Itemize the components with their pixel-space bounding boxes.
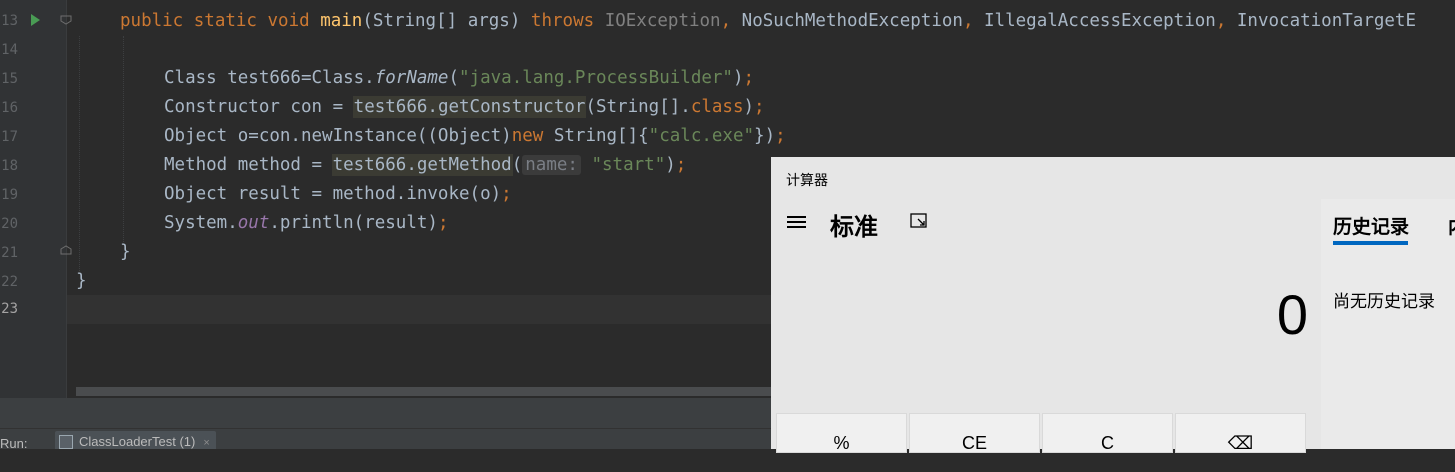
run-gutter-icon[interactable] xyxy=(31,14,40,26)
horizontal-scrollbar[interactable] xyxy=(76,387,771,396)
history-empty-text: 尚无历史记录 xyxy=(1333,292,1435,311)
parameter-hint: name: xyxy=(522,155,581,175)
c-button[interactable]: C xyxy=(1042,413,1173,453)
line-number: 14 xyxy=(1,42,18,58)
fold-icon[interactable] xyxy=(60,245,72,255)
history-panel: 历史记录 内 尚无历史记录 xyxy=(1321,199,1455,449)
run-tab-label: ClassLoaderTest (1) xyxy=(79,434,196,449)
calculator-titlebar[interactable]: 计算器 xyxy=(771,157,1455,199)
code-line-19: Object result = method.invoke(o); xyxy=(164,184,512,204)
gutter-divider xyxy=(66,0,67,398)
run-config-icon xyxy=(59,435,73,449)
line-number: 18 xyxy=(1,158,18,174)
backspace-button[interactable]: ⌫ xyxy=(1175,413,1306,453)
line-number: 20 xyxy=(1,216,18,232)
line-number: 13 xyxy=(1,13,18,29)
line-number: 17 xyxy=(1,129,18,145)
active-tab-indicator xyxy=(1333,241,1408,245)
menu-icon[interactable] xyxy=(787,214,807,230)
fold-icon[interactable] xyxy=(60,15,72,25)
code-line-22: } xyxy=(76,271,87,291)
ce-button[interactable]: CE xyxy=(909,413,1040,453)
current-line-highlight xyxy=(67,295,771,324)
line-number: 19 xyxy=(1,187,18,203)
code-line-16: Constructor con = test666.getConstructor… xyxy=(164,96,765,118)
tab-history[interactable]: 历史记录 xyxy=(1333,212,1409,239)
mode-title: 标准 xyxy=(830,214,878,241)
line-number: 22 xyxy=(1,274,18,290)
indent-guide xyxy=(79,36,81,273)
calculator-window: 计算器 标准 0 MC MR M+ M- MS % CE C ⌫ 历史记录 内 … xyxy=(771,157,1455,453)
keep-on-top-icon[interactable] xyxy=(909,212,931,232)
run-config-tab[interactable]: ClassLoaderTest (1) × xyxy=(55,431,216,449)
code-line-13: public static void main(String[] args) t… xyxy=(120,11,1417,31)
divider xyxy=(0,428,771,429)
percent-button[interactable]: % xyxy=(776,413,907,453)
code-line-15: Class test666=Class.forName("java.lang.P… xyxy=(164,68,755,88)
code-line-20: System.out.println(result); xyxy=(164,213,449,233)
calculator-main: 标准 0 MC MR M+ M- MS % CE C ⌫ xyxy=(771,199,1321,453)
indent-guide xyxy=(123,36,125,244)
line-number: 21 xyxy=(1,245,18,261)
code-line-21: } xyxy=(120,242,131,262)
line-number: 16 xyxy=(1,100,18,116)
line-number: 23 xyxy=(1,301,18,317)
code-line-17: Object o=con.newInstance((Object)new Str… xyxy=(164,126,786,146)
window-title: 计算器 xyxy=(786,172,828,188)
tab-memory[interactable]: 内 xyxy=(1448,212,1455,239)
code-line-18: Method method = test666.getMethod(name: … xyxy=(164,154,687,176)
line-number: 15 xyxy=(1,71,18,87)
result-display: 0 xyxy=(1276,283,1308,346)
close-tab-icon[interactable]: × xyxy=(203,437,209,449)
